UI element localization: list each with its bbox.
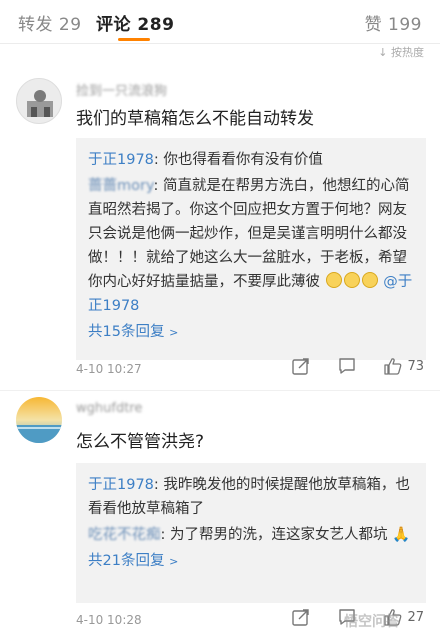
- comment-item: 捡到一只流浪狗 我们的草稿箱怎么不能自动转发 于正1978: 你也得看看你有没有…: [0, 66, 440, 386]
- more-replies-link[interactable]: 共15条回复 >: [88, 320, 414, 341]
- more-replies-label: 共21条回复: [88, 553, 165, 569]
- tab-bar: 转发 29 评论 289 赞 199: [0, 0, 440, 44]
- smile-emoji-icon: [343, 272, 360, 288]
- reply-box[interactable]: 于正1978: 你也得看看你有没有价值 蔷蔷mory: 简直就是在帮男方洗白，他…: [76, 138, 426, 360]
- sort-toggle[interactable]: ↓ 按热度: [378, 44, 424, 60]
- chevron-right-icon: >: [169, 326, 179, 339]
- comment-username[interactable]: wghufdtre: [76, 401, 142, 416]
- comment-actions: 73: [291, 356, 424, 376]
- comment-time: 4-10 10:27: [76, 362, 142, 376]
- thumbs-up-icon: [384, 358, 402, 375]
- like-count: 73: [407, 358, 424, 374]
- active-tab-indicator: [118, 38, 150, 41]
- comment-text: 我们的草稿箱怎么不能自动转发: [76, 109, 314, 129]
- comment-icon[interactable]: [337, 356, 357, 376]
- reply-username[interactable]: 吃花不花痴: [88, 527, 161, 543]
- comment-item: wghufdtre 怎么不管管洪尧? 于正1978: 我昨晚发他的时候提醒他放草…: [0, 390, 440, 637]
- reply-item: 吃花不花痴: 为了帮男的洗，连这家女艺人都坑 🙏: [88, 527, 411, 543]
- reply-item: 于正1978: 你也得看看你有没有价值: [88, 152, 323, 168]
- tab-repost[interactable]: 转发 29: [18, 10, 82, 35]
- avatar[interactable]: [16, 397, 62, 443]
- comment-username[interactable]: 捡到一只流浪狗: [76, 80, 167, 99]
- tab-comment[interactable]: 评论 289: [96, 10, 174, 35]
- reply-text: 你也得看看你有没有价值: [163, 152, 323, 168]
- watermark: 悟空问答: [344, 614, 400, 630]
- more-replies-label: 共15条回复: [88, 324, 165, 340]
- chevron-right-icon: >: [169, 555, 179, 568]
- comment-time: 4-10 10:28: [76, 613, 142, 627]
- hand-emoji-icon: 🙏: [392, 527, 411, 543]
- reply-item: 于正1978: 我昨晚发他的时候提醒他放草稿箱，也看看他放草稿箱了: [88, 477, 410, 517]
- more-replies-link[interactable]: 共21条回复 >: [88, 549, 414, 570]
- comment-text: 怎么不管管洪尧?: [76, 432, 205, 452]
- avatar[interactable]: [16, 78, 62, 124]
- avatar-image: [16, 397, 62, 443]
- like-count: 27: [407, 609, 424, 625]
- share-icon[interactable]: [291, 607, 311, 627]
- avatar-image: [17, 79, 61, 123]
- reply-box[interactable]: 于正1978: 我昨晚发他的时候提醒他放草稿箱，也看看他放草稿箱了 吃花不花痴:…: [76, 463, 426, 603]
- reply-username[interactable]: 于正1978: [88, 152, 154, 168]
- reply-username[interactable]: 于正1978: [88, 477, 154, 493]
- smile-emoji-icon: [361, 272, 378, 288]
- smile-emoji-icon: [325, 272, 342, 288]
- reply-text: 简直就是在帮男方洗白，他想红的心简直昭然若揭了。你这个回应把女方置于何地？网友只…: [88, 178, 410, 290]
- reply-username[interactable]: 蔷蔷mory: [88, 178, 153, 194]
- tab-like[interactable]: 赞 199: [365, 10, 422, 35]
- share-icon[interactable]: [291, 356, 311, 376]
- reply-text: 为了帮男的洗，连这家女艺人都坑: [170, 527, 388, 543]
- like-button[interactable]: 73: [383, 356, 424, 376]
- reply-item: 蔷蔷mory: 简直就是在帮男方洗白，他想红的心简直昭然若揭了。你这个回应把女方…: [88, 178, 413, 314]
